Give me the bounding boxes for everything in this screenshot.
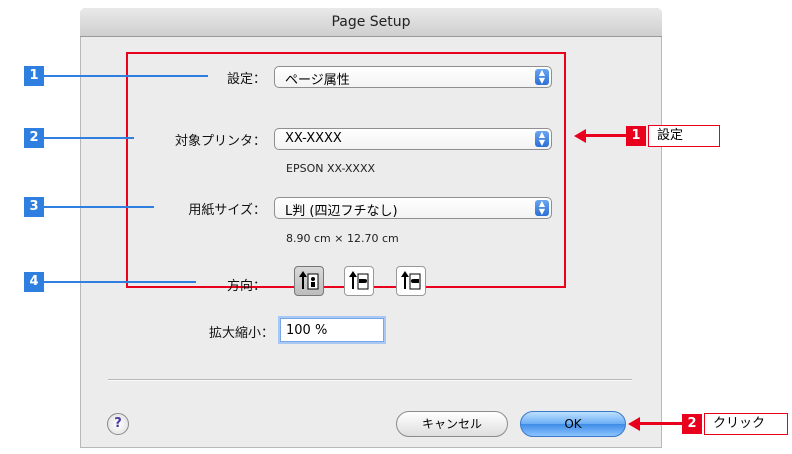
marker-3-line — [44, 206, 154, 208]
orientation-label: 方向： — [226, 279, 266, 294]
printer-label: 対象プリンタ： — [174, 134, 266, 149]
orientation-landscape-button[interactable] — [344, 266, 374, 296]
marker-4-line — [44, 281, 196, 283]
dialog-title: Page Setup — [331, 14, 411, 30]
marker-2-line — [44, 137, 134, 139]
popup-arrows-icon: ▲ ▼ — [535, 131, 549, 147]
scale-input[interactable] — [280, 318, 384, 342]
callout-2-line — [638, 422, 682, 425]
landscape-icon — [349, 271, 369, 290]
paper-size-label: 用紙サイズ： — [188, 203, 266, 218]
ok-button[interactable]: OK — [520, 411, 626, 437]
settings-label: 設定： — [226, 72, 266, 87]
cancel-button[interactable]: キャンセル — [396, 411, 508, 437]
paper-size-popup-value: L判 (四辺フチなし) — [285, 204, 398, 219]
paper-size-info: 8.90 cm × 12.70 cm — [286, 232, 399, 245]
scale-label: 拡大縮小： — [208, 326, 274, 341]
popup-arrows-icon: ▲ ▼ — [535, 200, 549, 216]
callout-2-number: 2 — [682, 414, 702, 434]
paper-size-popup[interactable]: L判 (四辺フチなし) ▲ ▼ — [274, 197, 552, 219]
orientation-portrait-button[interactable] — [294, 266, 324, 296]
divider — [108, 379, 632, 381]
settings-popup-value: ページ属性 — [285, 73, 350, 88]
help-button[interactable]: ? — [107, 413, 129, 435]
callout-1-label: 設定 — [648, 125, 720, 147]
marker-1-line — [44, 75, 208, 77]
popup-arrows-icon: ▲ ▼ — [535, 69, 549, 85]
orientation-reverse-landscape-button[interactable] — [396, 266, 426, 296]
reverse-landscape-icon — [401, 271, 421, 290]
marker-1: 1 — [24, 66, 44, 86]
portrait-icon — [299, 271, 319, 290]
callout-2-label: クリック — [704, 413, 788, 435]
marker-4: 4 — [24, 272, 44, 292]
callout-1-number: 1 — [626, 126, 646, 146]
callout-1-line — [584, 134, 626, 137]
printer-popup[interactable]: XX-XXXX ▲ ▼ — [274, 128, 552, 150]
printer-popup-value: XX-XXXX — [285, 131, 342, 146]
marker-3: 3 — [24, 197, 44, 217]
marker-2: 2 — [24, 128, 44, 148]
settings-popup[interactable]: ページ属性 ▲ ▼ — [274, 66, 552, 88]
printer-info: EPSON XX-XXXX — [286, 162, 376, 175]
